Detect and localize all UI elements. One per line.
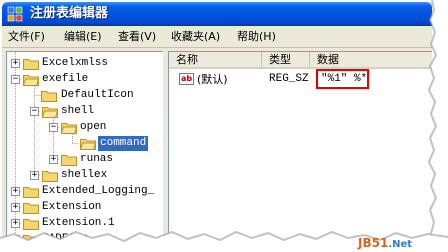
menu-view[interactable]: 查看(V) <box>118 29 156 44</box>
menu-help[interactable]: 帮助(H) <box>237 29 276 44</box>
value-row-default[interactable]: ab (默认) REG_SZ "%1" %* <box>169 71 432 88</box>
folder-icon <box>23 187 39 198</box>
value-name: (默认) <box>197 73 228 86</box>
expand-toggle[interactable]: + <box>49 155 58 164</box>
registry-editor-window: 注册表编辑器 文件(F) 编辑(E) 查看(V) 收藏夹(A) 帮助(H) + … <box>2 2 432 240</box>
tree-node-extension[interactable]: + Extension <box>7 200 163 216</box>
expand-toggle[interactable]: + <box>11 59 20 68</box>
tree-node-label: open <box>80 121 107 133</box>
folder-icon <box>42 171 58 182</box>
watermark-tld: .Net <box>388 239 413 250</box>
torn-edge-right <box>427 0 448 252</box>
collapse-toggle[interactable]: − <box>30 107 39 116</box>
tree-node-open[interactable]: − open <box>7 120 163 136</box>
site-watermark: JB51.Net <box>358 236 412 250</box>
tree-node-defaulticon[interactable]: DefaultIcon <box>7 88 163 104</box>
tree-node-excelxmlss[interactable]: + Excelxmlss <box>7 56 163 72</box>
tree-node-label-selected: command <box>98 136 149 151</box>
tree-node-runas[interactable]: + runas <box>7 152 163 168</box>
column-header-type[interactable]: 类型 <box>262 52 310 69</box>
window-title: 注册表编辑器 <box>30 6 109 21</box>
collapse-toggle[interactable]: − <box>49 123 58 132</box>
collapse-toggle[interactable]: − <box>11 75 20 84</box>
tree-node-label: shell <box>61 105 95 117</box>
open-folder-icon <box>42 107 58 118</box>
tree-node-label: shellex <box>61 169 108 181</box>
tree-node-label: exefile <box>42 73 89 85</box>
menu-bar: 文件(F) 编辑(E) 查看(V) 收藏夹(A) 帮助(H) <box>2 26 432 48</box>
tree-node-label: DefaultIcon <box>61 89 134 101</box>
tree-node-extended-logging[interactable]: + Extended_Logging_ <box>7 184 163 200</box>
watermark-brand: JB51 <box>358 236 389 250</box>
tree-node-label: Extended_Logging_ <box>42 185 155 197</box>
title-bar[interactable]: 注册表编辑器 <box>2 2 432 26</box>
column-header-name[interactable]: 名称 <box>169 52 262 69</box>
menu-favorites[interactable]: 收藏夹(A) <box>171 29 220 44</box>
tree-node-command[interactable]: command <box>7 136 163 152</box>
expand-toggle[interactable]: + <box>30 171 39 180</box>
tree-node-shellex[interactable]: + shellex <box>7 168 163 184</box>
value-type: REG_SZ <box>269 73 309 85</box>
tree-node-label: Extension <box>42 201 102 213</box>
open-folder-icon <box>61 123 77 134</box>
registry-values-list[interactable]: 名称 类型 数据 ab (默认) REG_SZ "%1" %* <box>168 51 432 240</box>
open-folder-icon <box>80 139 96 150</box>
folder-icon <box>23 203 39 214</box>
tree-node-shell[interactable]: − shell <box>7 104 163 120</box>
folder-icon <box>41 91 57 102</box>
column-header-data[interactable]: 数据 <box>310 52 432 69</box>
expand-toggle[interactable]: + <box>11 187 20 196</box>
registry-editor-icon <box>7 6 23 22</box>
open-folder-icon <box>23 75 39 86</box>
red-highlight-box <box>316 69 369 89</box>
tree-node-label: runas <box>80 153 114 165</box>
menu-edit[interactable]: 编辑(E) <box>64 29 102 44</box>
tree-node-label: Excelxmlss <box>42 57 109 69</box>
folder-icon <box>61 155 77 166</box>
folder-icon <box>23 59 39 70</box>
registry-key-tree[interactable]: + Excelxmlss − exefile DefaultIcon − she… <box>6 51 163 240</box>
ab-string-icon: ab <box>179 73 194 85</box>
menu-file[interactable]: 文件(F) <box>8 29 45 44</box>
expand-toggle[interactable]: + <box>11 203 20 212</box>
tree-node-exefile[interactable]: − exefile <box>7 72 163 88</box>
